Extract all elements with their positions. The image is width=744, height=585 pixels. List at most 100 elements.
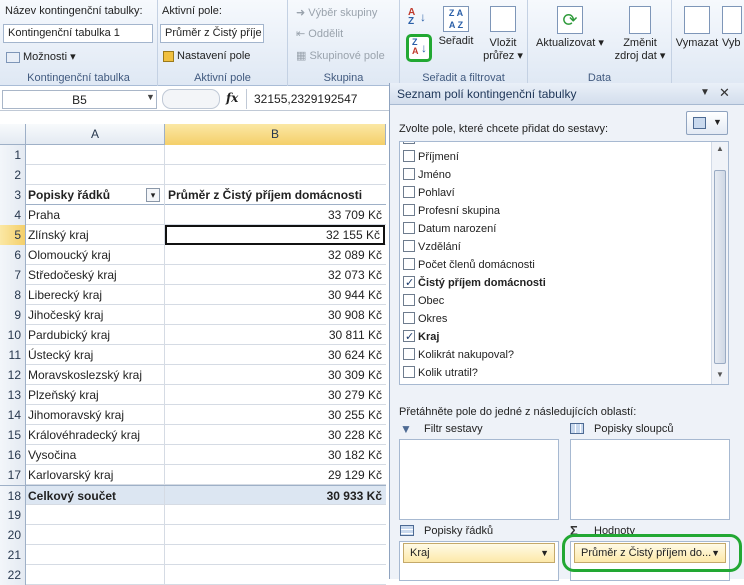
column-header-b[interactable]: B: [165, 124, 386, 145]
field-checkbox[interactable]: [403, 222, 415, 235]
select-button[interactable]: Vyb: [722, 6, 744, 50]
field-item[interactable]: Jméno: [403, 166, 451, 184]
cell-b[interactable]: 30 279 Kč: [165, 385, 385, 405]
filter-dropdown-icon[interactable]: ▾: [146, 188, 160, 202]
cell-b[interactable]: [165, 505, 385, 525]
row-header[interactable]: 3: [0, 185, 26, 205]
field-item[interactable]: Čistý příjem domácnosti: [403, 274, 546, 292]
field-checkbox[interactable]: [403, 168, 415, 181]
cell-a[interactable]: [26, 545, 165, 565]
row-header[interactable]: 16: [0, 445, 26, 465]
row-header[interactable]: 21: [0, 545, 26, 565]
field-checkbox[interactable]: [403, 312, 415, 325]
cell-b[interactable]: 30 811 Kč: [165, 325, 385, 345]
cell-a[interactable]: Vysočina: [26, 445, 165, 465]
row-field-chip[interactable]: Kraj ▼: [403, 543, 555, 563]
cell-b[interactable]: 32 089 Kč: [165, 245, 385, 265]
cell-b[interactable]: [165, 525, 385, 545]
cell-b[interactable]: 30 908 Kč: [165, 305, 385, 325]
row-header[interactable]: 1: [0, 145, 26, 165]
field-settings-button[interactable]: Nastavení pole: [163, 50, 250, 62]
row-header[interactable]: 19: [0, 505, 26, 525]
select-all-corner[interactable]: [0, 124, 26, 145]
sort-asc-icon[interactable]: AZ: [408, 8, 415, 27]
cell-b[interactable]: 30 228 Kč: [165, 425, 385, 445]
name-box-dropdown-icon[interactable]: ▼: [146, 92, 155, 102]
checkbox[interactable]: [403, 142, 415, 144]
refresh-button[interactable]: ⟳ Aktualizovat ▾: [534, 6, 606, 50]
cell-a[interactable]: [26, 525, 165, 545]
cell-b[interactable]: 30 309 Kč: [165, 365, 385, 385]
cell-b[interactable]: 30 933 Kč: [165, 486, 385, 506]
cell-a[interactable]: Popisky řádků: [26, 185, 165, 205]
row-header[interactable]: 20: [0, 525, 26, 545]
cell-a[interactable]: Karlovarský kraj: [26, 465, 165, 485]
cell-a[interactable]: Praha: [26, 205, 165, 225]
cell-b[interactable]: 30 624 Kč: [165, 345, 385, 365]
field-item[interactable]: Kolik utratil?: [403, 364, 478, 382]
field-list-scrollbar[interactable]: ▲ ▼: [711, 142, 728, 384]
sort-button[interactable]: Z AA Z Seřadit: [436, 6, 476, 48]
row-header[interactable]: 8: [0, 285, 26, 305]
field-checkbox[interactable]: [403, 328, 415, 346]
cell-a[interactable]: [26, 165, 165, 185]
cell-a[interactable]: Jihomoravský kraj: [26, 405, 165, 425]
selected-cell[interactable]: 32 155 Kč: [165, 225, 385, 245]
field-checkbox[interactable]: [403, 258, 415, 271]
group-field-button[interactable]: ▦ Skupinové pole: [296, 49, 385, 62]
row-header[interactable]: 10: [0, 325, 26, 345]
cell-a[interactable]: [26, 565, 165, 585]
scroll-up-icon[interactable]: ▲: [716, 144, 724, 153]
cell-b[interactable]: [165, 165, 385, 185]
row-header[interactable]: 2: [0, 165, 26, 185]
columns-drop-area[interactable]: [570, 439, 730, 520]
row-header[interactable]: 15: [0, 425, 26, 445]
column-header-a[interactable]: A: [26, 124, 165, 145]
row-header[interactable]: 12: [0, 365, 26, 385]
cell-b[interactable]: Průměr z Čistý příjem domácnosti: [165, 185, 385, 205]
row-header[interactable]: 5: [0, 225, 26, 245]
cell-a[interactable]: Pardubický kraj: [26, 325, 165, 345]
change-source-button[interactable]: Změnit zdroj dat ▾: [612, 6, 668, 63]
row-header[interactable]: 11: [0, 345, 26, 365]
pivot-name-input[interactable]: Kontingenční tabulka 1: [3, 24, 153, 43]
field-item[interactable]: Datum narození: [403, 220, 496, 238]
row-header[interactable]: 6: [0, 245, 26, 265]
cell-a[interactable]: Plzeňský kraj: [26, 385, 165, 405]
cell-a[interactable]: Celkový součet: [26, 486, 165, 506]
cell-b[interactable]: [165, 145, 385, 165]
cell-b[interactable]: 33 709 Kč: [165, 205, 385, 225]
options-button[interactable]: Možnosti ▾: [6, 50, 76, 63]
close-icon[interactable]: ✕: [719, 85, 730, 101]
formula-toggle[interactable]: [162, 89, 220, 109]
cell-b[interactable]: 32 073 Kč: [165, 265, 385, 285]
field-item[interactable]: Příjmení: [403, 148, 459, 166]
scroll-down-icon[interactable]: ▼: [716, 370, 724, 379]
row-header[interactable]: 9: [0, 305, 26, 325]
cell-a[interactable]: Moravskoslezský kraj: [26, 365, 165, 385]
field-item[interactable]: Profesní skupina: [403, 202, 500, 220]
field-item[interactable]: Vzdělání: [403, 238, 461, 256]
cell-b[interactable]: 30 182 Kč: [165, 445, 385, 465]
field-checkbox[interactable]: [403, 186, 415, 199]
cell-a[interactable]: Olomoucký kraj: [26, 245, 165, 265]
row-header[interactable]: 7: [0, 265, 26, 285]
cell-b[interactable]: 30 255 Kč: [165, 405, 385, 425]
filter-drop-area[interactable]: [399, 439, 559, 520]
cell-a[interactable]: Jihočeský kraj: [26, 305, 165, 325]
field-checkbox[interactable]: [403, 150, 415, 163]
row-header[interactable]: 18: [0, 486, 26, 506]
row-header[interactable]: 4: [0, 205, 26, 225]
field-checkbox[interactable]: [403, 240, 415, 253]
field-checkbox[interactable]: [403, 366, 415, 379]
field-checkbox[interactable]: [403, 294, 415, 307]
group-selection-button[interactable]: ➜ Výběr skupiny: [296, 6, 377, 19]
chevron-down-icon[interactable]: ▼: [540, 544, 549, 562]
field-checkbox[interactable]: [403, 348, 415, 361]
field-item[interactable]: Pohlaví: [403, 184, 455, 202]
cell-a[interactable]: Královéhradecký kraj: [26, 425, 165, 445]
field-item[interactable]: Obec: [403, 292, 444, 310]
field-item[interactable]: Okres: [403, 310, 447, 328]
active-field-input[interactable]: Průměr z Čistý příje: [160, 24, 264, 43]
cell-b[interactable]: 29 129 Kč: [165, 465, 385, 485]
